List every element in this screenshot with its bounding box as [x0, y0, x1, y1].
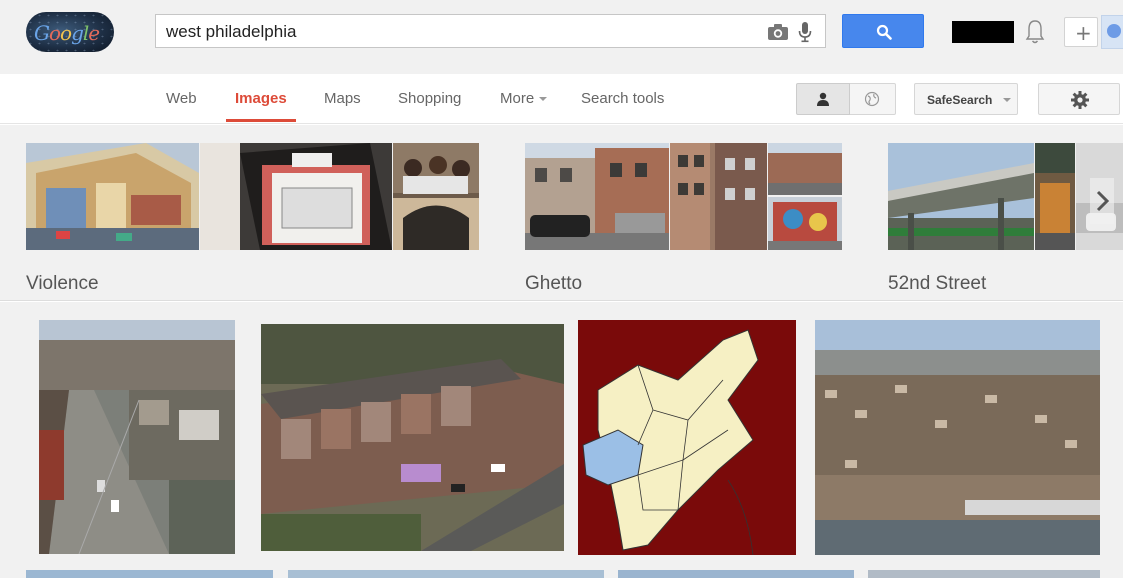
globe-icon [864, 91, 880, 107]
share-button[interactable]: + [1064, 17, 1098, 47]
related-image [768, 197, 842, 250]
related-image [393, 143, 479, 250]
tab-more-label: More [500, 90, 535, 107]
settings-button[interactable] [1038, 83, 1120, 115]
image-result[interactable] [618, 570, 854, 578]
image-result[interactable] [288, 570, 604, 578]
related-search-label: Violence [26, 273, 99, 294]
image-result[interactable] [39, 320, 235, 554]
microphone-icon[interactable] [797, 21, 813, 43]
image-results-grid [0, 302, 1123, 578]
camera-icon[interactable] [767, 23, 789, 41]
chevron-down-icon [1003, 98, 1011, 102]
tab-images[interactable]: Images [235, 90, 287, 107]
tab-more[interactable]: More [500, 90, 548, 107]
tab-search-tools[interactable]: Search tools [581, 90, 664, 107]
hide-personal-results-button[interactable] [850, 83, 896, 115]
related-image [888, 143, 1034, 250]
image-result-map[interactable] [578, 320, 796, 555]
active-tab-indicator [226, 119, 296, 122]
search-nav-bar: Web Images Maps Shopping More Search too… [0, 74, 1123, 124]
related-image [26, 143, 199, 250]
plus-icon: + [1075, 21, 1092, 45]
image-result[interactable] [868, 570, 1100, 578]
related-search-label: Ghetto [525, 273, 583, 294]
tab-shopping[interactable]: Shopping [398, 90, 461, 107]
image-result[interactable] [261, 324, 564, 551]
related-searches-strip: Violence Ghetto 52nd Street [0, 125, 1123, 301]
search-box[interactable] [155, 14, 826, 48]
personal-results-button[interactable] [796, 83, 850, 115]
image-result[interactable] [26, 570, 273, 578]
related-search-label: 52nd Street [888, 273, 987, 294]
avatar[interactable] [1101, 15, 1123, 49]
tab-maps[interactable]: Maps [324, 90, 361, 107]
related-image [768, 143, 842, 195]
top-header: Google west philadelphia + [0, 0, 1123, 74]
bell-icon[interactable] [1024, 18, 1046, 46]
search-button[interactable] [842, 14, 924, 48]
tab-web[interactable]: Web [166, 90, 197, 107]
chevron-right-icon[interactable] [1090, 178, 1114, 224]
related-image [1035, 143, 1075, 250]
safesearch-label: SafeSearch [927, 93, 993, 107]
account-name-redacted[interactable] [952, 21, 1014, 43]
person-icon [817, 92, 829, 106]
logo-wordmark: Google [34, 21, 100, 45]
related-image [670, 143, 767, 250]
related-image [525, 143, 669, 250]
google-image-search-page: Google west philadelphia + Web Images Ma… [0, 0, 1123, 578]
related-image [200, 143, 392, 250]
chevron-down-icon [539, 97, 548, 102]
search-input[interactable] [166, 21, 746, 43]
image-result[interactable] [815, 320, 1100, 555]
gear-icon [1071, 91, 1089, 109]
safesearch-dropdown[interactable]: SafeSearch [914, 83, 1018, 115]
magnifier-icon [876, 24, 892, 40]
google-logo[interactable]: Google [26, 12, 114, 52]
